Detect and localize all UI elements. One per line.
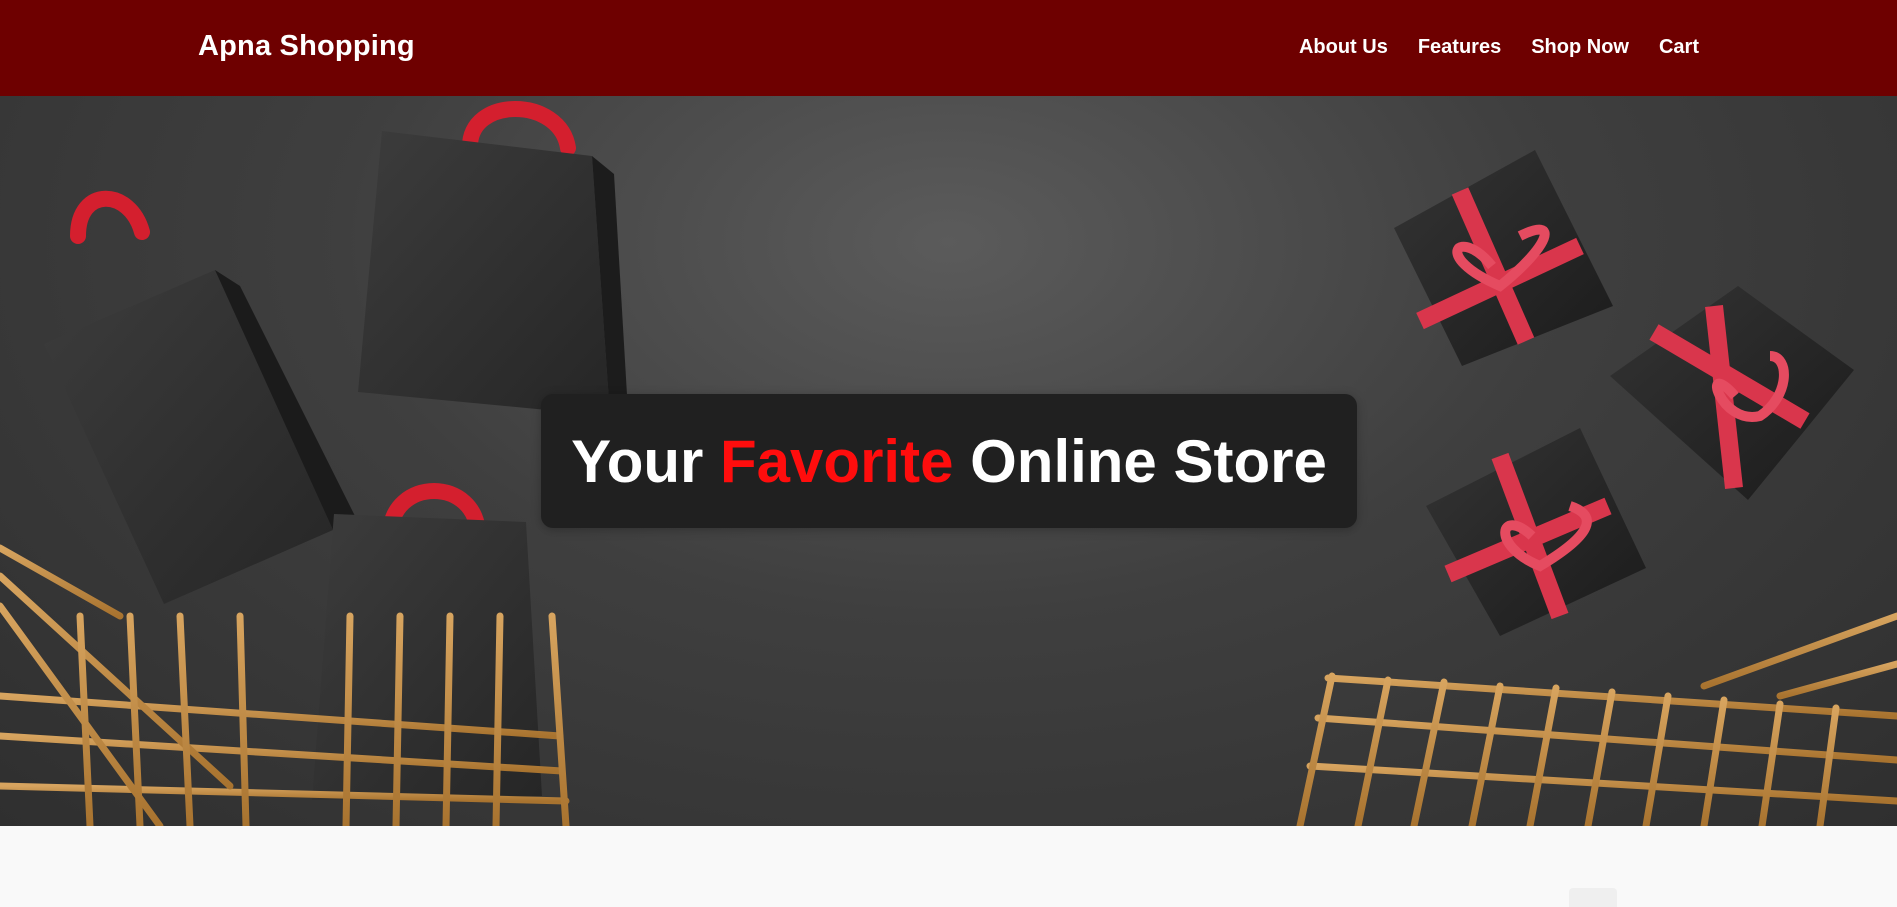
gift-box-3 <box>1426 428 1646 636</box>
navbar: Apna Shopping About Us Features Shop Now… <box>0 0 1897 96</box>
hero-banner: Your Favorite Online Store <box>0 96 1897 826</box>
section-chip <box>1569 888 1617 907</box>
nav-links: About Us Features Shop Now Cart <box>1299 36 1699 59</box>
shopping-bag-2 <box>358 101 628 416</box>
below-hero-section <box>0 826 1897 907</box>
gift-box-2 <box>1610 286 1854 500</box>
headline-text-start: Your <box>571 427 704 495</box>
gift-box-1 <box>1394 150 1613 366</box>
headline-accent: Favorite <box>720 427 954 495</box>
headline-box: Your Favorite Online Store <box>541 394 1357 528</box>
shopping-bag-1 <box>44 190 356 604</box>
nav-cart[interactable]: Cart <box>1659 36 1699 59</box>
nav-features[interactable]: Features <box>1418 36 1501 59</box>
nav-about-us[interactable]: About Us <box>1299 36 1388 59</box>
brand-logo[interactable]: Apna Shopping <box>198 30 415 63</box>
nav-shop-now[interactable]: Shop Now <box>1531 36 1629 59</box>
hero-headline: Your Favorite Online Store <box>571 427 1327 496</box>
headline-text-end: Online Store <box>970 427 1327 495</box>
shopping-cart-right <box>1296 612 1897 826</box>
